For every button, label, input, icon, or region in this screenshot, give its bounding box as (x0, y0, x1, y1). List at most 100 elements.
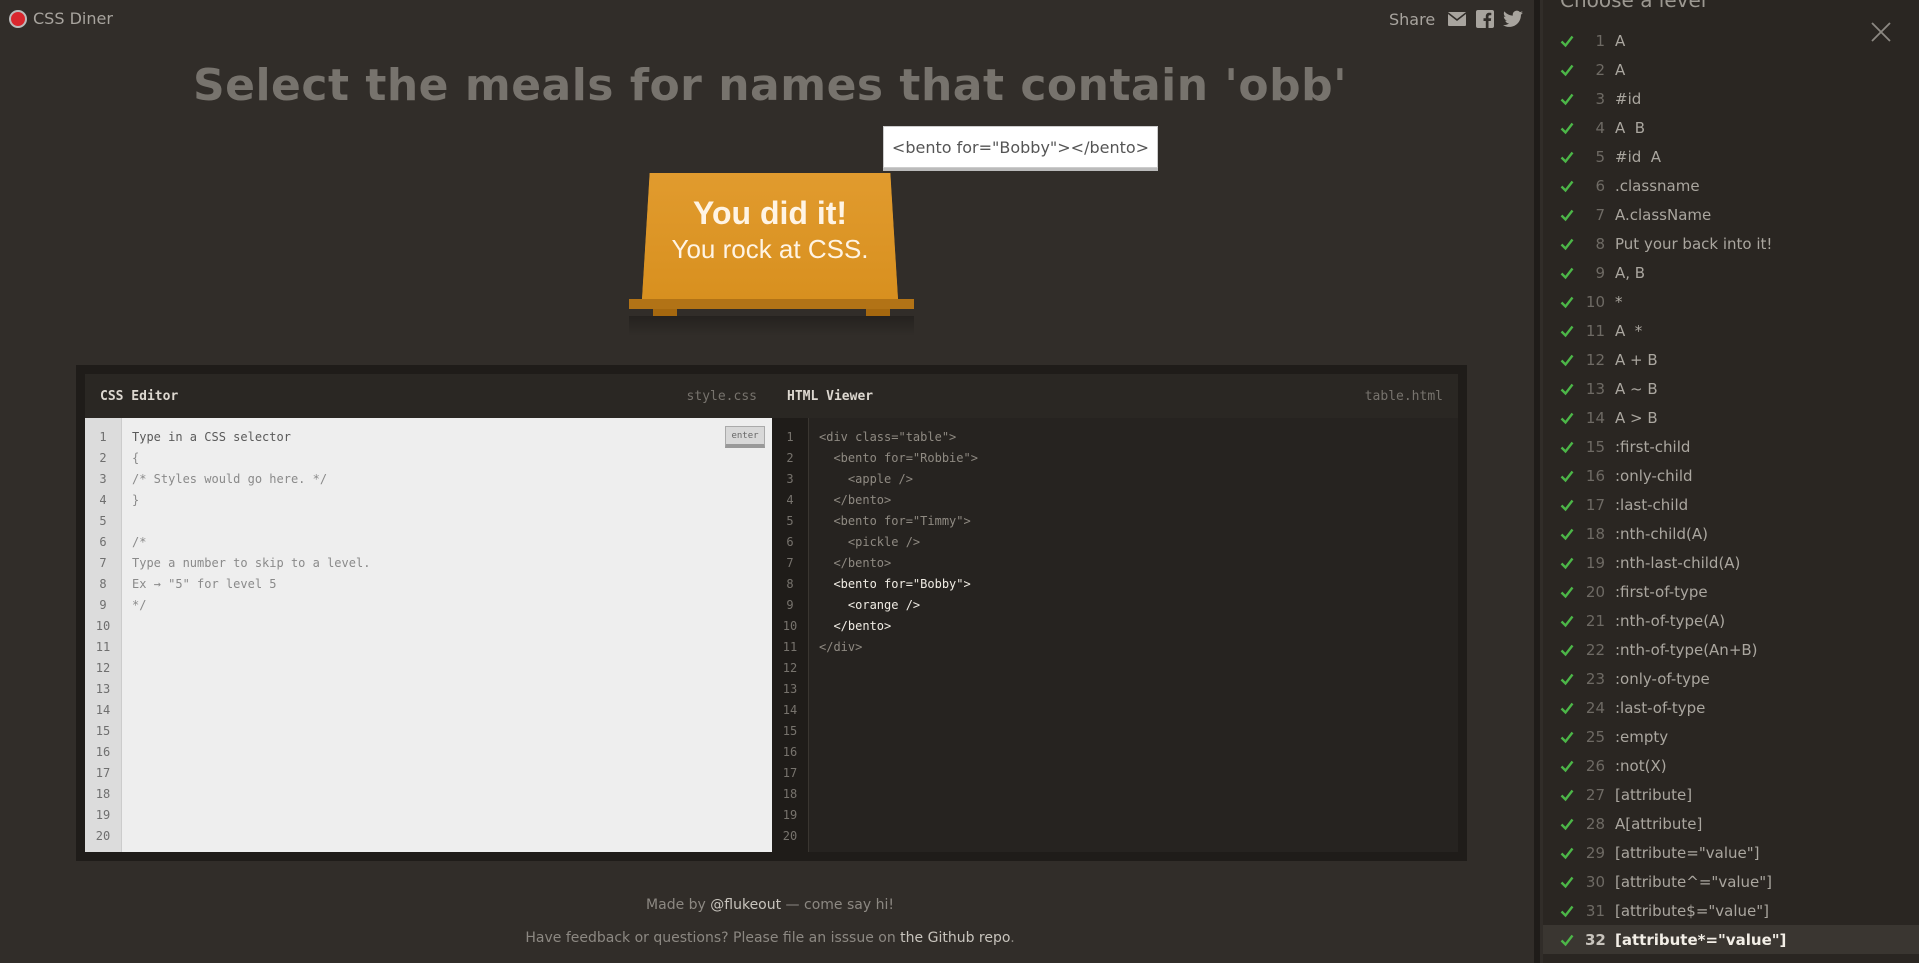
level-item-21[interactable]: 21:nth-of-type(A) (1543, 606, 1919, 635)
css-code-line: /* Styles would go here. */ (132, 472, 328, 486)
level-item-13[interactable]: 13 A ~ B (1543, 374, 1919, 403)
css-editor: CSS Editor style.css 1 2 3 4 5 6 7 8 9 10 11 12 13 14… (85, 374, 772, 852)
level-item-29[interactable]: 29 [attribute="value"] (1543, 838, 1919, 867)
html-line-number: 2 (786, 451, 794, 465)
css-code[interactable]: Type in a CSS selector {/* Styles would g… (122, 418, 772, 616)
level-label: A (1615, 60, 1626, 79)
level-item-4[interactable]: 4 A B (1543, 113, 1919, 142)
enter-button[interactable]: enter (725, 426, 765, 448)
checkmark-icon (1560, 412, 1574, 424)
app-title: CSS Diner (33, 9, 113, 28)
level-item-23[interactable]: 23:only-of-type (1543, 664, 1919, 693)
level-item-28[interactable]: 28 A[attribute] (1543, 809, 1919, 838)
level-item-20[interactable]: 20:first-of-type (1543, 577, 1919, 606)
html-code: <div class="table"> <bento for="Robbie">… (809, 418, 1458, 658)
css-code-line: */ (132, 598, 147, 612)
level-item-30[interactable]: 30 [attribute^="value"] (1543, 867, 1919, 896)
level-label: :last-child (1615, 495, 1689, 514)
level-label: :nth-of-type(An+B) (1615, 640, 1758, 659)
html-line-number: 12 (782, 661, 798, 675)
level-item-18[interactable]: 18 :nth-child(A) (1543, 519, 1919, 548)
css-code-line: Type a number to skip to a level. (132, 556, 371, 570)
dining-table: You did it! You rock at CSS. (629, 173, 914, 336)
css-editor-header: CSS Editor style.css (85, 374, 772, 418)
level-item-31[interactable]: 31 [attribute$="value"] (1543, 896, 1919, 925)
level-item-22[interactable]: 22:nth-of-type(An+B) (1543, 635, 1919, 664)
level-item-11[interactable]: 11 A * (1543, 316, 1919, 345)
checkmark-icon (1560, 151, 1574, 163)
level-item-3[interactable]: 3 #id (1543, 84, 1919, 113)
level-item-16[interactable]: 16:only-child (1543, 461, 1919, 490)
level-number: 17 (1585, 495, 1605, 514)
mail-icon[interactable] (1447, 9, 1467, 29)
html-viewer-title: HTML Viewer (787, 388, 874, 404)
level-item-2[interactable]: 2A (1543, 55, 1919, 84)
level-item-5[interactable]: 5 #id A (1543, 142, 1919, 171)
level-number: 6 (1595, 176, 1605, 195)
level-number: 26 (1585, 756, 1605, 775)
level-item-19[interactable]: 19:nth-last-child(A) (1543, 548, 1919, 577)
css-line-number: 9 (99, 598, 107, 612)
level-item-6[interactable]: 6 .classname (1543, 171, 1919, 200)
level-item-12[interactable]: 12 A + B (1543, 345, 1919, 374)
level-item-7[interactable]: 7 A.className (1543, 200, 1919, 229)
checkmark-icon (1560, 499, 1574, 511)
checkmark-icon (1560, 760, 1574, 772)
level-label: [attribute^="value"] (1615, 872, 1773, 891)
level-number: 13 (1585, 379, 1605, 398)
level-number: 28 (1585, 814, 1605, 833)
checkmark-icon (1560, 122, 1574, 134)
author-link[interactable]: @flukeout (710, 897, 781, 913)
css-input-area[interactable]: Type in a CSS selector {/* Styles would g… (122, 418, 772, 852)
level-label: Put your back into it! (1615, 234, 1773, 253)
facebook-icon[interactable] (1475, 9, 1495, 29)
css-line-number: 12 (95, 661, 111, 675)
level-item-17[interactable]: 17 :last-child (1543, 490, 1919, 519)
level-label: A B (1615, 118, 1646, 137)
level-item-8[interactable]: 8 Put your back into it! (1543, 229, 1919, 258)
app-logo[interactable]: CSS Diner (9, 9, 113, 28)
level-number: 25 (1585, 727, 1605, 746)
table-leg-left (653, 309, 677, 316)
html-line-number: 9 (786, 598, 794, 612)
level-label: #id A (1615, 147, 1662, 166)
level-item-1[interactable]: 1A (1543, 26, 1919, 55)
footer-credit-suffix: — come say hi! (781, 897, 894, 913)
css-code-line: Ex → "5" for level 5 (132, 577, 277, 591)
footer-credit: Made by @flukeout — come say hi! (0, 897, 1540, 913)
css-code-line (132, 511, 772, 532)
checkmark-icon (1560, 818, 1574, 830)
win-message-subtitle: You rock at CSS. (671, 234, 869, 264)
level-label: * (1615, 292, 1623, 311)
level-label: :nth-child(A) (1615, 524, 1708, 543)
level-item-24[interactable]: 24:last-of-type (1543, 693, 1919, 722)
html-viewer-filename: table.html (1364, 388, 1443, 404)
level-label: :only-child (1615, 466, 1693, 485)
css-line-number: 8 (99, 577, 107, 591)
level-item-27[interactable]: 27 [attribute] (1543, 780, 1919, 809)
footer-credit-prefix: Made by (646, 897, 711, 913)
html-line-number: 5 (786, 514, 794, 528)
level-number: 15 (1585, 437, 1605, 456)
level-instruction: Select the meals for names that contain … (192, 60, 1348, 111)
close-icon[interactable] (1869, 20, 1893, 44)
level-number: 18 (1585, 524, 1605, 543)
css-line-number: 19 (95, 808, 111, 822)
level-item-9[interactable]: 9 A, B (1543, 258, 1919, 287)
html-line-number: 11 (782, 640, 798, 654)
level-item-10[interactable]: 10 * (1543, 287, 1919, 316)
level-item-32[interactable]: 32 [attribute*="value"] (1543, 925, 1919, 954)
github-repo-link[interactable]: the Github repo (900, 930, 1010, 946)
level-number: 2 (1595, 60, 1605, 79)
level-item-15[interactable]: 15:first-child (1543, 432, 1919, 461)
level-item-26[interactable]: 26:not(X) (1543, 751, 1919, 780)
level-item-14[interactable]: 14 A > B (1543, 403, 1919, 432)
twitter-icon[interactable] (1503, 9, 1524, 29)
css-code-line: { (132, 451, 140, 465)
table-leg-right (866, 309, 890, 316)
checkmark-icon (1560, 267, 1574, 279)
html-code-line: </bento> (819, 493, 892, 507)
level-item-25[interactable]: 25:empty (1543, 722, 1919, 751)
checkmark-icon (1560, 93, 1574, 105)
checkmark-icon (1560, 470, 1574, 482)
